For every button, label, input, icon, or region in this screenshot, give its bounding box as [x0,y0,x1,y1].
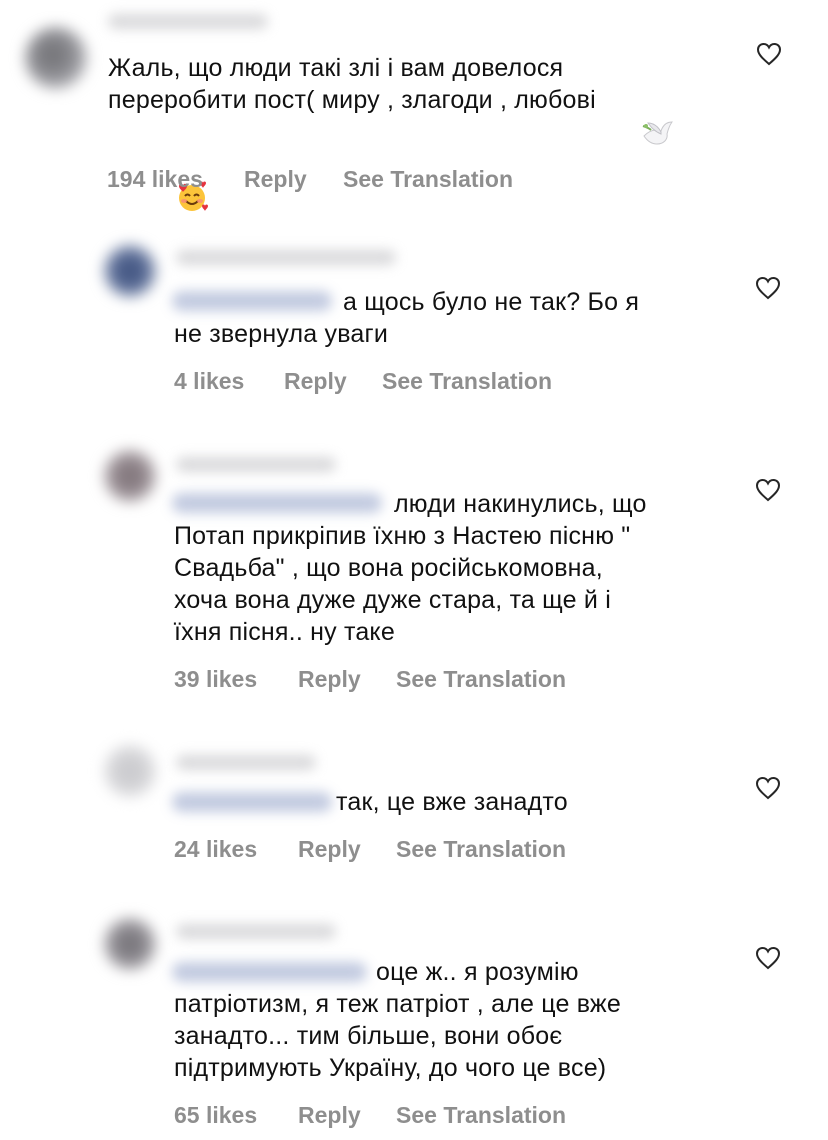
comment-meta: 24 likes Reply See Translation [174,835,604,863]
username-blurred[interactable] [176,250,396,265]
comment-text: підтримують Україну, до чого це все) [174,1054,607,1082]
see-translation-button[interactable]: See Translation [343,165,513,193]
heart-outline-icon[interactable] [755,776,781,800]
see-translation-button[interactable]: See Translation [396,835,566,863]
comment-text: занадто... тим більше, вони обоє [174,1022,563,1050]
heart-outline-icon[interactable] [756,42,782,66]
comment-text: переробити пост( миру , злагоди , любові [108,84,673,145]
reply-button[interactable]: Reply [298,1101,361,1129]
comment-text: а щось було не так? Бо я [343,288,640,316]
username-blurred[interactable] [176,924,336,939]
comment-text: Жаль, що люди такі злі і вам довелося [108,54,564,82]
username-blurred[interactable] [176,755,316,770]
username-blurred[interactable] [176,457,336,472]
likes-count[interactable]: 24 likes [174,835,257,863]
comment-text: оце ж.. я розумію [376,958,579,986]
avatar[interactable] [104,745,156,797]
likes-count[interactable]: 4 likes [174,367,244,395]
comment-text: так, це вже занадто [336,788,568,816]
avatar[interactable] [104,245,156,297]
comment-text: люди накинулись, що [394,490,647,518]
see-translation-button[interactable]: See Translation [382,367,552,395]
likes-count[interactable]: 39 likes [174,665,257,693]
username-blurred[interactable] [108,14,268,29]
likes-count[interactable]: 194 likes [107,165,203,193]
avatar[interactable] [104,450,156,502]
avatar[interactable] [104,918,156,970]
heart-outline-icon[interactable] [755,276,781,300]
mention-blurred[interactable] [172,291,332,311]
see-translation-button[interactable]: See Translation [396,1101,566,1129]
mention-blurred[interactable] [172,792,332,812]
comment-text: хоча вона дуже дуже стара, та ще й і [174,586,611,614]
comment-text: Потап прикріпив їхню з Настею пісню " [174,522,631,550]
heart-outline-icon[interactable] [755,478,781,502]
avatar[interactable] [25,27,87,89]
reply-button[interactable]: Reply [284,367,347,395]
likes-count[interactable]: 65 likes [174,1101,257,1129]
reply-button[interactable]: Reply [244,165,307,193]
mention-blurred[interactable] [172,962,367,982]
comment-text: патріотизм, я теж патріот , але це вже [174,990,621,1018]
comment-meta: 194 likes Reply See Translation [107,165,607,193]
comment-text: Свадьба" , що вона російськомовна, [174,554,603,582]
comment-text: їхня пісня.. ну таке [174,618,395,646]
see-translation-button[interactable]: See Translation [396,665,566,693]
comment-text: не звернула уваги [174,320,389,348]
mention-blurred[interactable] [172,493,382,513]
dove-emoji [598,86,673,145]
reply-button[interactable]: Reply [298,835,361,863]
heart-outline-icon[interactable] [755,946,781,970]
comment-meta: 39 likes Reply See Translation [174,665,604,693]
comment-meta: 4 likes Reply See Translation [174,367,594,395]
comment-meta: 65 likes Reply See Translation [174,1101,604,1129]
reply-button[interactable]: Reply [298,665,361,693]
